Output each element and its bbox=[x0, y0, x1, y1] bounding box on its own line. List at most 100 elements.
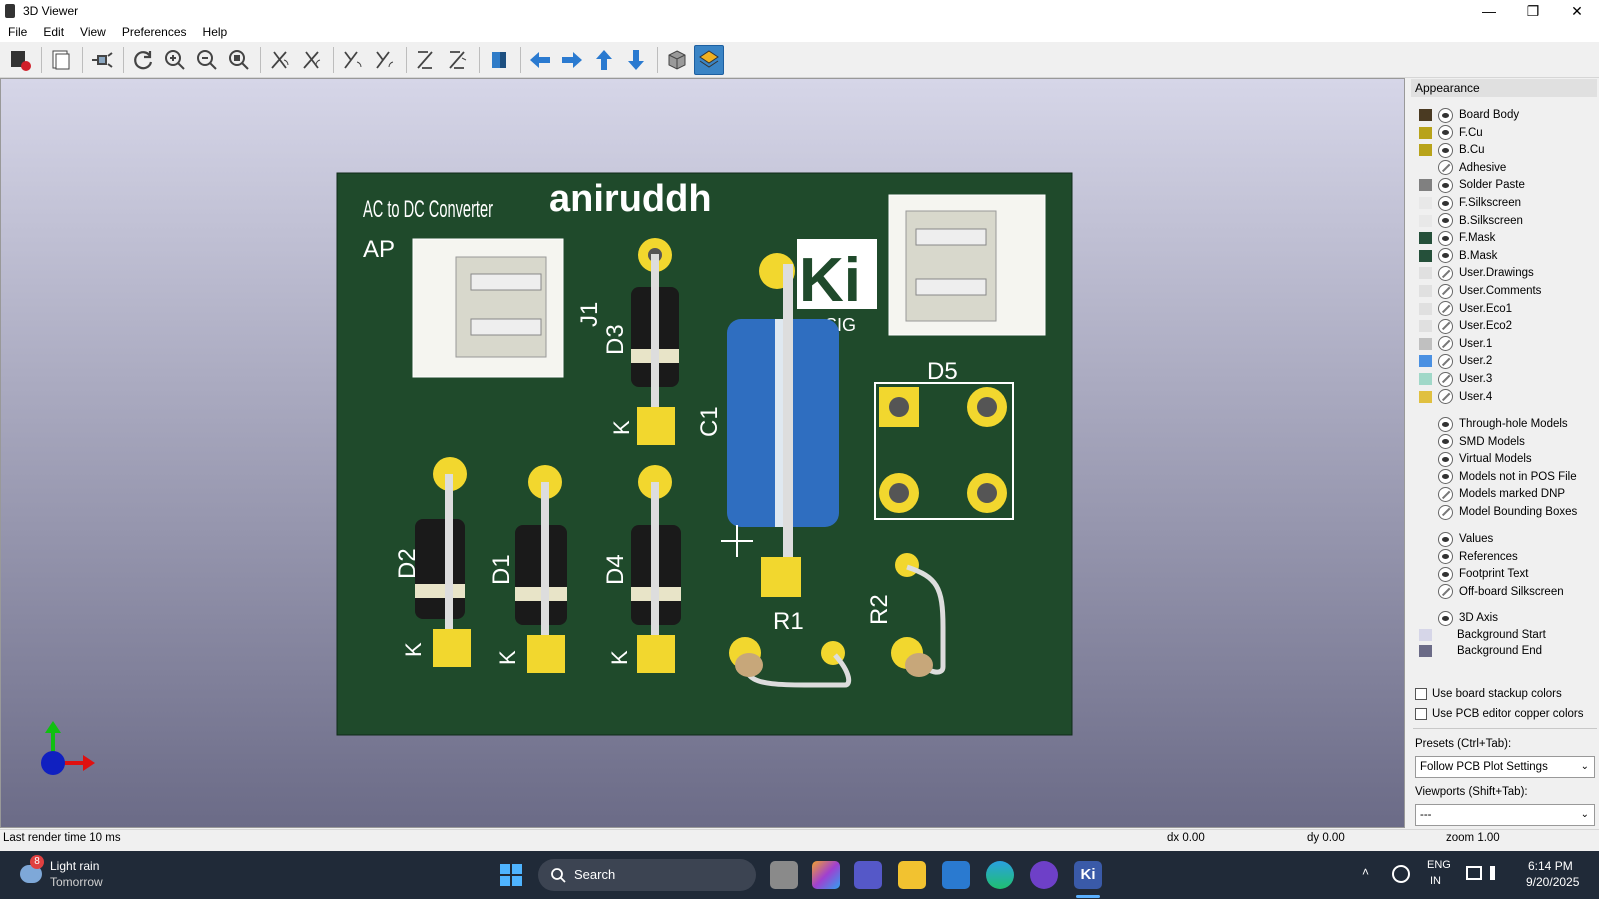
eye-icon[interactable] bbox=[1438, 195, 1453, 211]
render-photo-icon[interactable] bbox=[5, 45, 35, 75]
store-icon[interactable] bbox=[942, 861, 970, 889]
eye-hidden-icon[interactable] bbox=[1438, 504, 1453, 520]
eye-hidden-icon[interactable] bbox=[1438, 353, 1453, 369]
zoom-out-icon[interactable] bbox=[192, 45, 222, 75]
layer-user-comments[interactable]: User.Comments bbox=[1419, 282, 1541, 300]
eye-hidden-icon[interactable] bbox=[1438, 318, 1453, 334]
layer-f-silkscreen[interactable]: F.Silkscreen bbox=[1419, 194, 1521, 212]
text-references[interactable]: References bbox=[1419, 548, 1518, 566]
eye-icon[interactable] bbox=[1438, 416, 1453, 432]
color-swatch[interactable] bbox=[1419, 337, 1432, 350]
eye-hidden-icon[interactable] bbox=[1438, 336, 1453, 352]
rotate-x-ccw-icon[interactable] bbox=[297, 45, 327, 75]
rotate-z-ccw-icon[interactable] bbox=[443, 45, 473, 75]
github-icon[interactable] bbox=[1030, 861, 1058, 889]
eye-icon[interactable] bbox=[1438, 177, 1453, 193]
minimize-button[interactable]: — bbox=[1467, 0, 1511, 22]
eye-icon[interactable] bbox=[1438, 531, 1453, 547]
model-virtual-models[interactable]: Virtual Models bbox=[1419, 450, 1532, 468]
color-swatch[interactable] bbox=[1419, 267, 1432, 280]
color-swatch[interactable] bbox=[1419, 126, 1432, 139]
layer-user-eco2[interactable]: User.Eco2 bbox=[1419, 317, 1512, 335]
flip-board-icon[interactable] bbox=[484, 45, 514, 75]
layer-b-mask[interactable]: B.Mask bbox=[1419, 247, 1497, 265]
color-swatch[interactable] bbox=[1419, 249, 1432, 262]
3d-viewport[interactable]: AC to DC Converter aniruddh AP J1 Ki SIG… bbox=[0, 78, 1405, 828]
eye-icon[interactable] bbox=[1438, 566, 1453, 582]
layers-icon[interactable] bbox=[694, 44, 724, 75]
maximize-button[interactable]: ❐ bbox=[1511, 0, 1555, 22]
volume-icon[interactable] bbox=[1490, 866, 1504, 880]
close-button[interactable]: ✕ bbox=[1555, 0, 1599, 22]
layer-user-drawings[interactable]: User.Drawings bbox=[1419, 264, 1534, 282]
layer-user-2[interactable]: User.2 bbox=[1419, 352, 1492, 370]
move-down-icon[interactable] bbox=[621, 45, 651, 75]
color-swatch[interactable] bbox=[1419, 162, 1432, 174]
layer-user-1[interactable]: User.1 bbox=[1419, 335, 1492, 353]
color-swatch[interactable] bbox=[1419, 302, 1432, 315]
eye-icon[interactable] bbox=[1438, 213, 1453, 229]
reload-icon[interactable] bbox=[128, 45, 158, 75]
model-model-bounding-boxes[interactable]: Model Bounding Boxes bbox=[1419, 503, 1577, 521]
eye-icon[interactable] bbox=[1438, 434, 1453, 450]
use-pcb-copper-colors-checkbox[interactable]: Use PCB editor copper colors bbox=[1415, 708, 1583, 720]
layer-board-body[interactable]: Board Body bbox=[1419, 106, 1519, 124]
background-end[interactable]: Background End bbox=[1419, 642, 1542, 660]
eye-icon[interactable] bbox=[1438, 549, 1453, 565]
taskbar-search[interactable]: Search bbox=[538, 859, 756, 891]
menu-help[interactable]: Help bbox=[195, 25, 236, 39]
eye-hidden-icon[interactable] bbox=[1438, 389, 1453, 405]
eye-hidden-icon[interactable] bbox=[1438, 301, 1453, 317]
move-up-icon[interactable] bbox=[589, 45, 619, 75]
raytrace-icon[interactable] bbox=[87, 45, 117, 75]
edge-icon[interactable] bbox=[986, 861, 1014, 889]
copilot-icon[interactable] bbox=[812, 861, 840, 889]
menu-edit[interactable]: Edit bbox=[35, 25, 72, 39]
eye-icon[interactable] bbox=[1438, 125, 1453, 141]
clock-time[interactable]: 6:14 PM bbox=[1528, 859, 1573, 873]
color-swatch[interactable] bbox=[1419, 197, 1432, 209]
eye-hidden-icon[interactable] bbox=[1438, 371, 1453, 387]
color-swatch[interactable] bbox=[1419, 144, 1432, 157]
layer-b-silkscreen[interactable]: B.Silkscreen bbox=[1419, 212, 1523, 230]
text-footprint-text[interactable]: Footprint Text bbox=[1419, 565, 1528, 583]
text-off-board-silkscreen[interactable]: Off-board Silkscreen bbox=[1419, 583, 1564, 601]
use-stackup-colors-checkbox[interactable]: Use board stackup colors bbox=[1415, 688, 1562, 700]
copy-image-icon[interactable] bbox=[46, 45, 76, 75]
move-left-icon[interactable] bbox=[525, 45, 555, 75]
eye-hidden-icon[interactable] bbox=[1438, 283, 1453, 299]
eye-icon[interactable] bbox=[1438, 248, 1453, 264]
eye-icon[interactable] bbox=[1438, 142, 1453, 158]
eye-icon[interactable] bbox=[1438, 469, 1453, 485]
layer-f-mask[interactable]: F.Mask bbox=[1419, 229, 1495, 247]
sync-icon[interactable] bbox=[1392, 865, 1410, 883]
network-icon[interactable] bbox=[1466, 866, 1482, 880]
color-swatch[interactable] bbox=[1419, 355, 1432, 368]
eye-icon[interactable] bbox=[1438, 230, 1453, 246]
zoom-in-icon[interactable] bbox=[160, 45, 190, 75]
teams-icon[interactable] bbox=[854, 861, 882, 889]
color-swatch[interactable] bbox=[1419, 645, 1432, 657]
layer-b-cu[interactable]: B.Cu bbox=[1419, 141, 1485, 159]
model-smd-models[interactable]: SMD Models bbox=[1419, 433, 1525, 451]
color-swatch[interactable] bbox=[1419, 320, 1432, 333]
start-button[interactable] bbox=[500, 864, 522, 886]
layer-f-cu[interactable]: F.Cu bbox=[1419, 124, 1483, 142]
zoom-fit-icon[interactable] bbox=[224, 45, 254, 75]
eye-icon[interactable] bbox=[1438, 610, 1453, 626]
color-swatch[interactable] bbox=[1419, 232, 1432, 245]
layer-user-4[interactable]: User.4 bbox=[1419, 388, 1492, 406]
text-values[interactable]: Values bbox=[1419, 530, 1493, 548]
layer-user-eco1[interactable]: User.Eco1 bbox=[1419, 300, 1512, 318]
model-models-marked-dnp[interactable]: Models marked DNP bbox=[1419, 485, 1565, 503]
eye-icon[interactable] bbox=[1438, 107, 1453, 123]
menu-file[interactable]: File bbox=[0, 25, 35, 39]
color-swatch[interactable] bbox=[1419, 390, 1432, 403]
eye-hidden-icon[interactable] bbox=[1438, 486, 1453, 502]
color-swatch[interactable] bbox=[1419, 179, 1432, 192]
eye-icon[interactable] bbox=[1438, 451, 1453, 467]
layer-adhesive[interactable]: Adhesive bbox=[1419, 159, 1506, 177]
layer-solder-paste[interactable]: Solder Paste bbox=[1419, 176, 1525, 194]
lang-line1[interactable]: ENG bbox=[1427, 859, 1451, 871]
ortho-view-icon[interactable] bbox=[662, 45, 692, 75]
